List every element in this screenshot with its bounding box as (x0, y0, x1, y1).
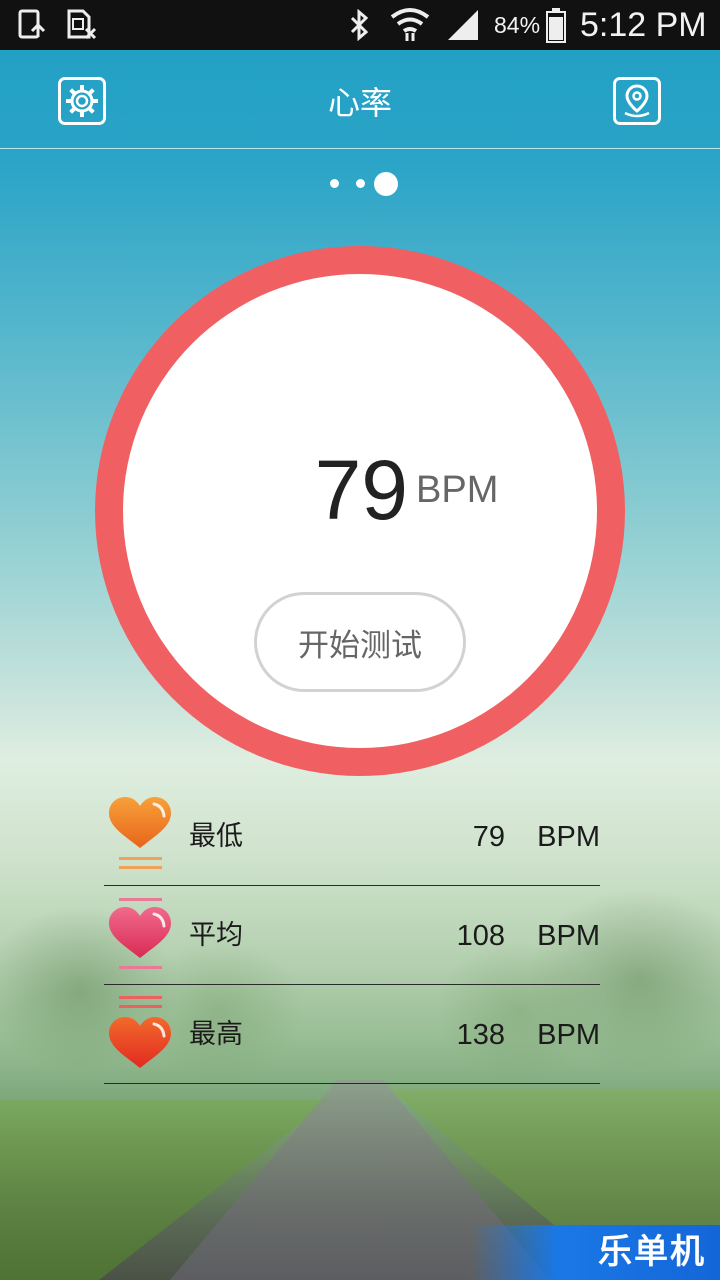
stat-unit-min: BPM (537, 821, 600, 853)
bluetooth-icon (348, 0, 372, 50)
location-pin-icon (624, 84, 650, 118)
heart-rate-unit: BPM (416, 469, 499, 511)
signal-icon (446, 0, 480, 50)
stat-label-avg: 平均 (189, 920, 243, 951)
stat-unit-max: BPM (537, 1019, 600, 1051)
stat-label-max: 最高 (189, 1019, 243, 1050)
stat-unit-avg: BPM (537, 920, 600, 952)
page-dot-2[interactable] (356, 179, 365, 188)
stat-label-min: 最低 (189, 821, 243, 852)
page-dot-1[interactable] (330, 179, 339, 188)
status-bar: 84% 5:12 PM (0, 0, 720, 50)
page-indicator (0, 170, 720, 198)
stat-value-max: 138 (456, 1019, 505, 1051)
app-header: 心率 (0, 50, 720, 149)
page-title: 心率 (327, 84, 392, 122)
sim-card-icon (66, 0, 98, 50)
watermark-badge: 乐单机 (470, 1225, 720, 1280)
battery-percent: 84% (494, 12, 541, 38)
stat-value-min: 79 (472, 821, 505, 853)
watermark-text: 乐单机 (598, 1232, 706, 1272)
stat-value-avg: 108 (456, 920, 505, 952)
stat-row-min: 最低 79 BPM (104, 786, 600, 886)
page-dot-3-active[interactable] (374, 172, 398, 196)
battery-icon (545, 0, 567, 50)
stat-row-avg: 平均 108 BPM (104, 885, 600, 985)
screenshot-icon (18, 0, 48, 50)
heart-min-icon (104, 786, 184, 885)
clock: 5:12 PM (580, 6, 707, 44)
start-test-button[interactable]: 开始测试 (254, 592, 466, 692)
app-screen: 84% 5:12 PM 心率 79 BPM 开始测试 最低 79 BPM 平均 … (0, 0, 720, 1280)
heart-rate-value: 79 (314, 443, 408, 537)
wifi-icon (390, 0, 430, 50)
heart-avg-icon (104, 885, 184, 984)
heart-max-icon (104, 984, 184, 1083)
location-button[interactable] (613, 77, 661, 125)
stat-row-max: 最高 138 BPM (104, 984, 600, 1084)
